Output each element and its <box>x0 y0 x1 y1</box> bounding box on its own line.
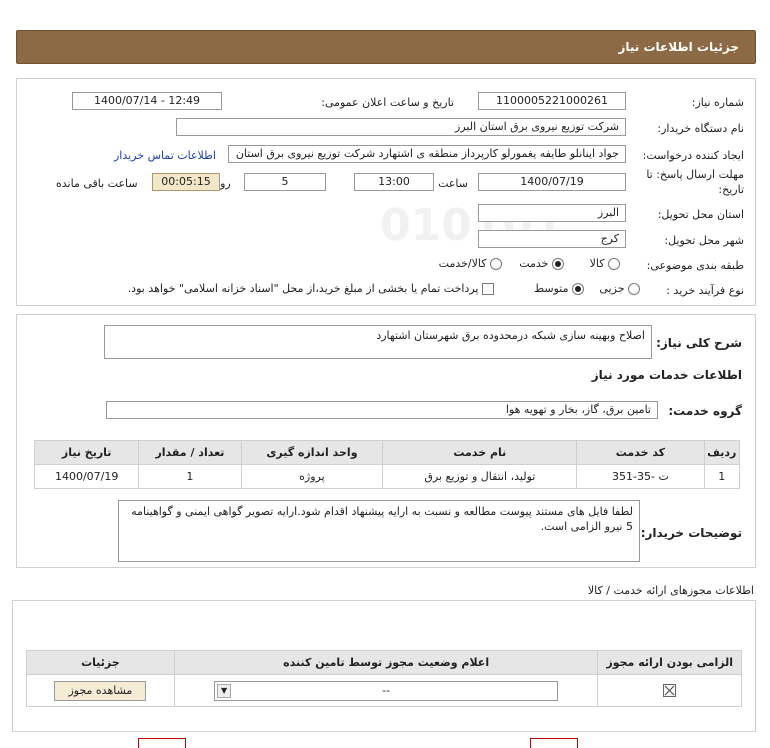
license-status-cell: -- ▼ <box>173 674 599 707</box>
col-service-code: کد خدمت <box>576 440 705 465</box>
category-goods-service-radio[interactable] <box>490 258 502 270</box>
service-group-label: گروه خدمت: <box>668 404 742 418</box>
announce-label: تاریخ و ساعت اعلان عمومی: <box>321 96 454 109</box>
process-minor-label: جزیی <box>599 282 625 295</box>
col-license-status: اعلام وضعیت مجوز توسط تامین کننده <box>173 650 599 675</box>
need-number-field: 1100005221000261 <box>478 92 626 110</box>
category-label: طبقه بندی موضوعی: <box>646 259 744 272</box>
process-option-minor[interactable]: جزیی <box>599 282 640 295</box>
table-row: -- ▼ مشاهده مجوز <box>26 674 742 707</box>
process-option-medium[interactable]: متوسط <box>534 282 584 295</box>
deadline-time-field: 13:00 <box>354 173 434 191</box>
buyer-org-label: نام دستگاه خریدار: <box>657 122 744 135</box>
license-required-cell <box>597 674 742 707</box>
remaining-time-field: 00:05:15 <box>152 173 220 191</box>
category-option-service[interactable]: خدمت <box>519 257 564 270</box>
required-checkbox-icon <box>663 684 677 698</box>
announce-field: 1400/07/14 - 12:49 <box>72 92 222 110</box>
process-medium-radio[interactable] <box>572 283 584 295</box>
days-field: 5 <box>244 173 326 191</box>
col-license-details: جزئیات <box>26 650 175 675</box>
summary-field: اصلاح وبهینه سازی شبکه درمحدوده برق شهرس… <box>104 325 652 359</box>
licenses-table-header: الزامی بودن ارائه مجوز اعلام وضعیت مجوز … <box>26 650 742 675</box>
remaining-label: ساعت باقی مانده <box>56 177 138 190</box>
deadline-date-field: 1400/07/19 <box>478 173 626 191</box>
buyer-contact-link[interactable]: اطلاعات تماس خریدار <box>114 149 216 162</box>
licenses-table: الزامی بودن ارائه مجوز اعلام وضعیت مجوز … <box>26 650 742 707</box>
col-license-required: الزامی بودن ارائه مجوز <box>597 650 742 675</box>
services-section-title: اطلاعات خدمات مورد نیاز <box>591 368 742 382</box>
chevron-down-icon[interactable]: ▼ <box>217 683 232 698</box>
col-need-date: تاریخ نیاز <box>33 440 140 465</box>
page-header: جزئیات اطلاعات نیاز <box>16 30 756 64</box>
cell-row: 1 <box>703 464 741 489</box>
category-service-radio[interactable] <box>552 258 564 270</box>
cell-unit: پروژه <box>240 464 384 489</box>
buyer-notes-field: لطفا فایل های مستند پیوست مطالعه و نسبت … <box>118 500 640 562</box>
category-option-goods-service[interactable]: کالا/خدمت <box>439 257 502 270</box>
deadline-label-date: تاریخ: <box>718 183 744 196</box>
category-goods-label: کالا <box>589 257 605 270</box>
treasury-option[interactable]: پرداخت تمام یا بخشی از مبلغ خرید،از محل … <box>128 282 494 295</box>
license-details-cell: مشاهده مجوز <box>26 674 175 707</box>
buyer-org-field: شرکت توزیع نیروی برق استان البرز <box>176 118 626 136</box>
process-minor-radio[interactable] <box>628 283 640 295</box>
bottom-button-right[interactable] <box>530 738 578 748</box>
col-service-name: نام خدمت <box>382 440 578 465</box>
license-status-value: -- <box>382 683 391 697</box>
cell-service-name: تولید، انتقال و توزیع برق <box>382 464 578 489</box>
col-quantity: تعداد / مقدار <box>138 440 242 465</box>
info-panel <box>16 78 756 306</box>
col-unit: واحد اندازه گیری <box>240 440 384 465</box>
creator-field: جواد اینانلو طایفه یغمورلو کارپرداز منطق… <box>228 145 626 163</box>
treasury-note: پرداخت تمام یا بخشی از مبلغ خرید،از محل … <box>127 282 479 295</box>
services-table: ردیف کد خدمت نام خدمت واحد اندازه گیری ت… <box>33 440 741 489</box>
cell-service-code: ت -35-351 <box>576 464 705 489</box>
cell-need-date: 1400/07/19 <box>33 464 140 489</box>
creator-label: ایجاد کننده درخواست: <box>642 149 744 162</box>
category-option-goods[interactable]: کالا <box>590 257 620 270</box>
license-status-select[interactable]: -- ▼ <box>214 680 559 701</box>
services-table-header: ردیف کد خدمت نام خدمت واحد اندازه گیری ت… <box>33 440 741 465</box>
province-label: استان محل تحویل: <box>657 208 744 221</box>
category-goods-radio[interactable] <box>608 258 620 270</box>
col-row: ردیف <box>703 440 741 465</box>
licenses-section-title: اطلاعات مجوزهای ارائه خدمت / کالا <box>587 584 754 597</box>
category-service-label: خدمت <box>519 257 549 270</box>
cell-quantity: 1 <box>138 464 242 489</box>
category-goods-service-label: کالا/خدمت <box>438 257 487 270</box>
summary-label: شرح کلی نیاز: <box>656 336 742 350</box>
deadline-time-label: ساعت <box>438 177 468 190</box>
treasury-checkbox[interactable] <box>482 283 494 295</box>
province-field: البرز <box>478 204 626 222</box>
bottom-button-left[interactable] <box>138 738 186 748</box>
need-number-label: شماره نیاز: <box>691 96 744 109</box>
service-group-field: تامین برق، گاز، بخار و تهویه هوا <box>106 401 658 419</box>
process-label: نوع فرآیند خرید : <box>666 284 744 297</box>
city-label: شهر محل تحویل: <box>664 234 744 247</box>
buyer-notes-label: توضیحات خریدار: <box>640 526 742 540</box>
deadline-label: مهلت ارسال پاسخ: تا <box>646 168 744 181</box>
view-license-button[interactable]: مشاهده مجوز <box>54 680 147 701</box>
page-title: جزئیات اطلاعات نیاز <box>618 40 739 54</box>
table-row: 1 ت -35-351 تولید، انتقال و توزیع برق پر… <box>33 464 741 489</box>
city-field: کرج <box>478 230 626 248</box>
process-medium-label: متوسط <box>533 282 569 295</box>
